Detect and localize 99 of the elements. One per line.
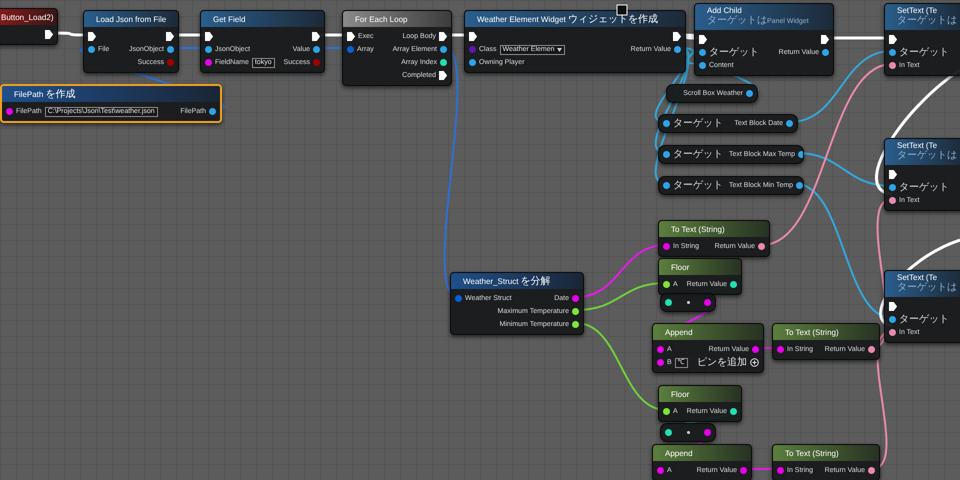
conversion-node[interactable] (660, 423, 716, 442)
pin-icon[interactable] (704, 429, 711, 436)
graph-node[interactable]: Button_Load2) (0, 8, 58, 45)
pin-icon[interactable] (786, 120, 793, 127)
pin-icon[interactable] (796, 182, 803, 189)
pin-icon[interactable] (663, 120, 670, 127)
pin-icon[interactable] (572, 295, 579, 302)
pin-icon[interactable] (868, 346, 875, 353)
pin-icon[interactable] (822, 49, 829, 56)
pin-icon[interactable] (572, 321, 579, 328)
node-title: Append (665, 448, 693, 458)
pin-icon[interactable] (699, 49, 706, 56)
pin-icon[interactable] (752, 346, 759, 353)
node-subtitle: ターゲットは (897, 150, 957, 163)
node-title: Button_Load2) (1, 12, 54, 22)
pin-icon[interactable] (657, 359, 664, 366)
exec-pin-icon[interactable] (699, 35, 707, 44)
node-title: Get Field (213, 14, 246, 24)
pin-icon[interactable] (665, 299, 672, 306)
pin-icon[interactable] (663, 281, 670, 288)
node-title: Floor (671, 262, 690, 272)
node-title: Weather_Struct を分解 (463, 276, 551, 286)
node-title: SetText (Te (897, 273, 938, 282)
pin-icon[interactable] (572, 308, 579, 315)
pin-icon[interactable] (663, 408, 670, 415)
pin-icon[interactable] (6, 108, 13, 115)
pin-icon[interactable] (469, 59, 476, 66)
exec-pin-icon[interactable] (439, 71, 447, 80)
exec-pin-icon[interactable] (889, 302, 897, 311)
pin-label: ターゲット (673, 150, 723, 160)
pin-label: ターゲット (899, 48, 949, 58)
pin-icon[interactable] (657, 467, 664, 474)
pin-label: ターゲット (673, 118, 723, 128)
pin-icon[interactable] (889, 316, 896, 323)
pin-icon[interactable] (868, 467, 875, 474)
pin-icon[interactable] (889, 197, 896, 204)
conversion-node[interactable] (660, 293, 716, 312)
pin-icon[interactable] (440, 46, 447, 53)
exec-pin-icon[interactable] (821, 35, 829, 44)
exec-pin-icon[interactable] (889, 170, 897, 179)
pin-icon[interactable] (665, 429, 672, 436)
exec-pin-icon[interactable] (205, 32, 213, 41)
exec-pin-icon[interactable] (439, 32, 447, 41)
pin-icon[interactable] (777, 467, 784, 474)
pin-label: ターゲット (899, 314, 949, 324)
add-pin-button[interactable]: ピンを追加 (697, 358, 759, 367)
pin-icon[interactable] (889, 49, 896, 56)
exec-pin-icon[interactable] (166, 32, 174, 41)
node-title: To Text (String) (671, 224, 725, 234)
exec-pin-icon[interactable] (45, 30, 53, 39)
exec-pin-icon[interactable] (312, 32, 320, 41)
node-title: SetText (Te (897, 141, 938, 150)
pin-icon[interactable] (746, 90, 753, 97)
pin-icon[interactable] (798, 151, 803, 158)
exec-pin-icon[interactable] (889, 35, 897, 44)
pin-icon[interactable] (205, 59, 212, 66)
node-subtitle: ターゲットは (897, 15, 957, 28)
pin-icon[interactable] (440, 59, 447, 66)
plus-circle-icon (750, 358, 759, 367)
node-title: Add Child (707, 6, 742, 15)
pin-icon[interactable] (657, 346, 664, 353)
pin-icon[interactable] (889, 329, 896, 336)
node-title: Floor (671, 390, 690, 398)
pin-icon[interactable] (699, 62, 706, 69)
pin-icon[interactable] (663, 182, 670, 189)
graph-canvas[interactable] (0, 0, 960, 480)
pin-icon[interactable] (663, 243, 670, 250)
pin-icon[interactable] (730, 281, 737, 288)
node-title: To Text (String) (785, 448, 839, 458)
node-title: For Each Loop (355, 14, 408, 24)
pin-icon[interactable] (88, 46, 95, 53)
pin-icon[interactable] (730, 408, 737, 415)
exec-pin-icon[interactable] (347, 32, 355, 41)
pin-icon[interactable] (889, 62, 896, 69)
pin-icon[interactable] (889, 184, 896, 191)
pin-icon[interactable] (674, 46, 681, 53)
node-title: Load Json from File (96, 14, 166, 24)
exec-pin-icon[interactable] (469, 32, 477, 41)
exec-pin-icon[interactable] (88, 32, 96, 41)
pin-icon[interactable] (313, 46, 320, 53)
pin-icon[interactable] (209, 108, 216, 115)
pin-icon[interactable] (740, 467, 747, 474)
pin-icon[interactable] (205, 46, 212, 53)
node-title: Append (665, 328, 693, 336)
pin-label: ターゲット (899, 182, 949, 192)
pin-label: ターゲット (673, 180, 723, 190)
exec-pin-icon[interactable] (673, 32, 681, 41)
pin-icon[interactable] (758, 243, 765, 250)
pin-icon[interactable] (167, 46, 174, 53)
pin-icon[interactable] (777, 346, 784, 353)
pin-label: ターゲット (709, 48, 759, 58)
pin-icon[interactable] (704, 299, 711, 306)
pin-icon[interactable] (663, 151, 670, 158)
node-subtitle: ターゲットは (897, 282, 957, 295)
node-title: To Text (String) (785, 328, 839, 336)
node-title: SetText (Te (897, 6, 938, 15)
node-title: FilePath を作成 (14, 90, 76, 98)
square-icon (616, 4, 628, 16)
caret-icon (556, 48, 562, 52)
